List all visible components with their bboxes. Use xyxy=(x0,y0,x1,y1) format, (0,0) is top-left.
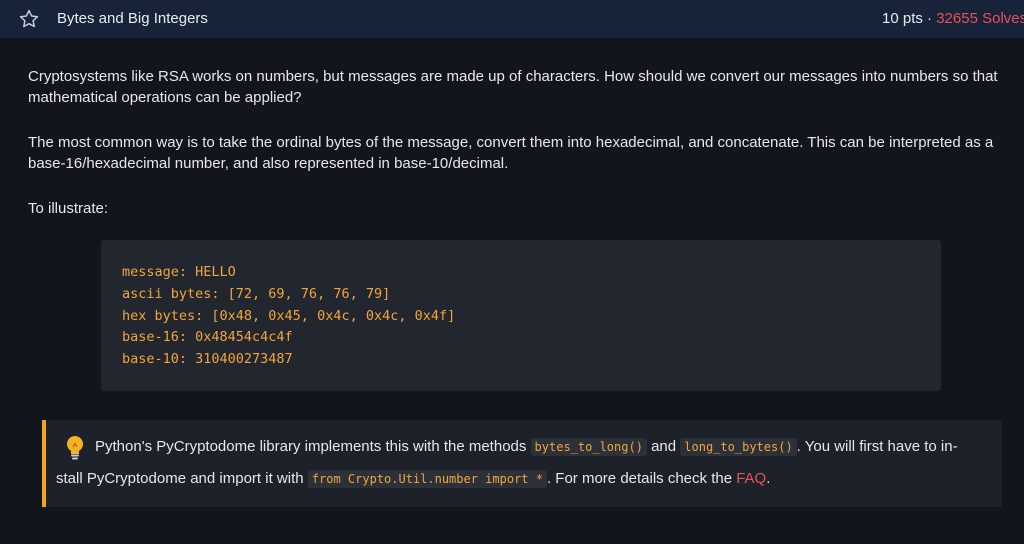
tip-callout: Python's PyCryptodome library implements… xyxy=(42,420,1002,507)
tip-text: Python's PyCryptodome library implements… xyxy=(95,438,527,455)
meta-separator: · xyxy=(927,10,933,27)
code-line: message: HELLO xyxy=(122,264,236,280)
challenge-meta: 10 pts · 32655 Solves xyxy=(882,0,1024,38)
intro-paragraph-1: Cryptosystems like RSA works on numbers,… xyxy=(28,68,998,106)
tip-line-2: stall PyCryptodome and import it with fr… xyxy=(56,468,770,490)
tip-text: and xyxy=(651,438,677,455)
code-line: base-10: 310400273487 xyxy=(122,351,293,367)
faq-link[interactable]: FAQ xyxy=(736,470,766,487)
challenge-header[interactable]: Bytes and Big Integers 10 pts · 32655 So… xyxy=(0,0,1024,38)
tip-text: . You will first have to in- xyxy=(796,438,958,455)
inline-code-bytes-to-long: bytes_to_long() xyxy=(530,438,647,456)
intro-paragraph-3: To illustrate: xyxy=(28,200,109,217)
tip-text: . xyxy=(766,470,771,487)
lightbulb-icon xyxy=(67,436,83,460)
tip-text: . For more details check the xyxy=(546,470,733,487)
star-outline-icon[interactable] xyxy=(18,8,40,30)
code-block: message: HELLO ascii bytes: [72, 69, 76,… xyxy=(101,240,941,391)
code-line: base-16: 0x48454c4c4f xyxy=(122,329,293,345)
points-label: 10 pts xyxy=(882,10,923,27)
challenge-title: Bytes and Big Integers xyxy=(57,10,208,27)
inline-code-long-to-bytes: long_to_bytes() xyxy=(680,438,797,456)
intro-paragraph-2: The most common way is to take the ordin… xyxy=(28,134,994,172)
inline-code-import: from Crypto.Util.number import * xyxy=(307,470,547,488)
code-line: hex bytes: [0x48, 0x45, 0x4c, 0x4c, 0x4f… xyxy=(122,308,456,324)
code-line: ascii bytes: [72, 69, 76, 76, 79] xyxy=(122,286,391,302)
tip-text: stall PyCryptodome and import it with xyxy=(56,470,304,487)
solves-count: 32655 Solves xyxy=(936,10,1024,27)
tip-line-1: Python's PyCryptodome library implements… xyxy=(95,436,958,458)
